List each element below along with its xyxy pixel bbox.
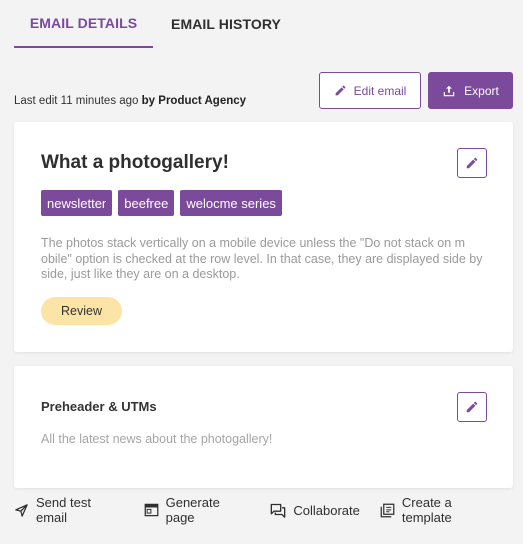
status-badge: Review <box>41 297 122 325</box>
pencil-icon <box>466 157 478 169</box>
email-details-card: What a photogallery! newsletter beefree … <box>14 122 513 352</box>
tag-welcome-series[interactable]: welocme series <box>180 190 282 216</box>
edit-preheader-button[interactable] <box>457 392 487 422</box>
collaborate-label: Collaborate <box>293 502 360 518</box>
preheader-title: Preheader & UTMs <box>41 399 157 414</box>
create-template-button[interactable]: Create a template <box>380 495 503 525</box>
last-edit-author: by Product Agency <box>141 95 247 107</box>
email-title: What a photogallery! <box>41 152 229 173</box>
tag-newsletter[interactable]: newsletter <box>41 190 113 216</box>
pencil-icon <box>335 85 346 96</box>
preheader-card: Preheader & UTMs All the latest news abo… <box>14 366 513 488</box>
generate-page-label: Generate page <box>165 495 220 525</box>
tab-email-history[interactable]: EMAIL HISTORY <box>153 0 299 48</box>
last-edit-time: Last edit 11 minutes ago <box>14 95 139 107</box>
upload-icon <box>443 85 455 96</box>
tab-bar: EMAIL DETAILS EMAIL HISTORY <box>14 0 299 48</box>
collaborate-button[interactable]: Collaborate <box>270 503 360 518</box>
tab-email-details[interactable]: EMAIL DETAILS <box>14 0 153 48</box>
tag-beefree[interactable]: beefree <box>118 190 175 216</box>
edit-email-button[interactable]: Edit email <box>319 72 421 109</box>
send-icon <box>15 503 28 517</box>
send-test-email-label: Send test email <box>36 495 91 525</box>
pencil-icon <box>466 401 478 413</box>
footer-actions: Send test email Generate page Collaborat… <box>14 495 523 525</box>
last-edit-info: Last edit 11 minutes ago by Product Agen… <box>14 95 246 107</box>
generate-page-button[interactable]: Generate page <box>144 495 251 525</box>
create-template-label: Create a template <box>401 495 452 525</box>
preheader-text: All the latest news about the photogalle… <box>41 432 273 446</box>
browser-icon <box>144 503 158 517</box>
send-test-email-button[interactable]: Send test email <box>14 495 124 525</box>
chat-icon <box>271 503 286 518</box>
edit-details-button[interactable] <box>457 148 487 178</box>
export-button[interactable]: Export <box>428 72 513 109</box>
export-label: Export <box>464 83 499 98</box>
email-description: The photos stack vertically on a mobile … <box>41 236 483 281</box>
edit-email-label: Edit email <box>353 83 407 98</box>
template-icon <box>380 503 395 517</box>
tag-list: newsletter beefree welocme series <box>41 190 282 216</box>
